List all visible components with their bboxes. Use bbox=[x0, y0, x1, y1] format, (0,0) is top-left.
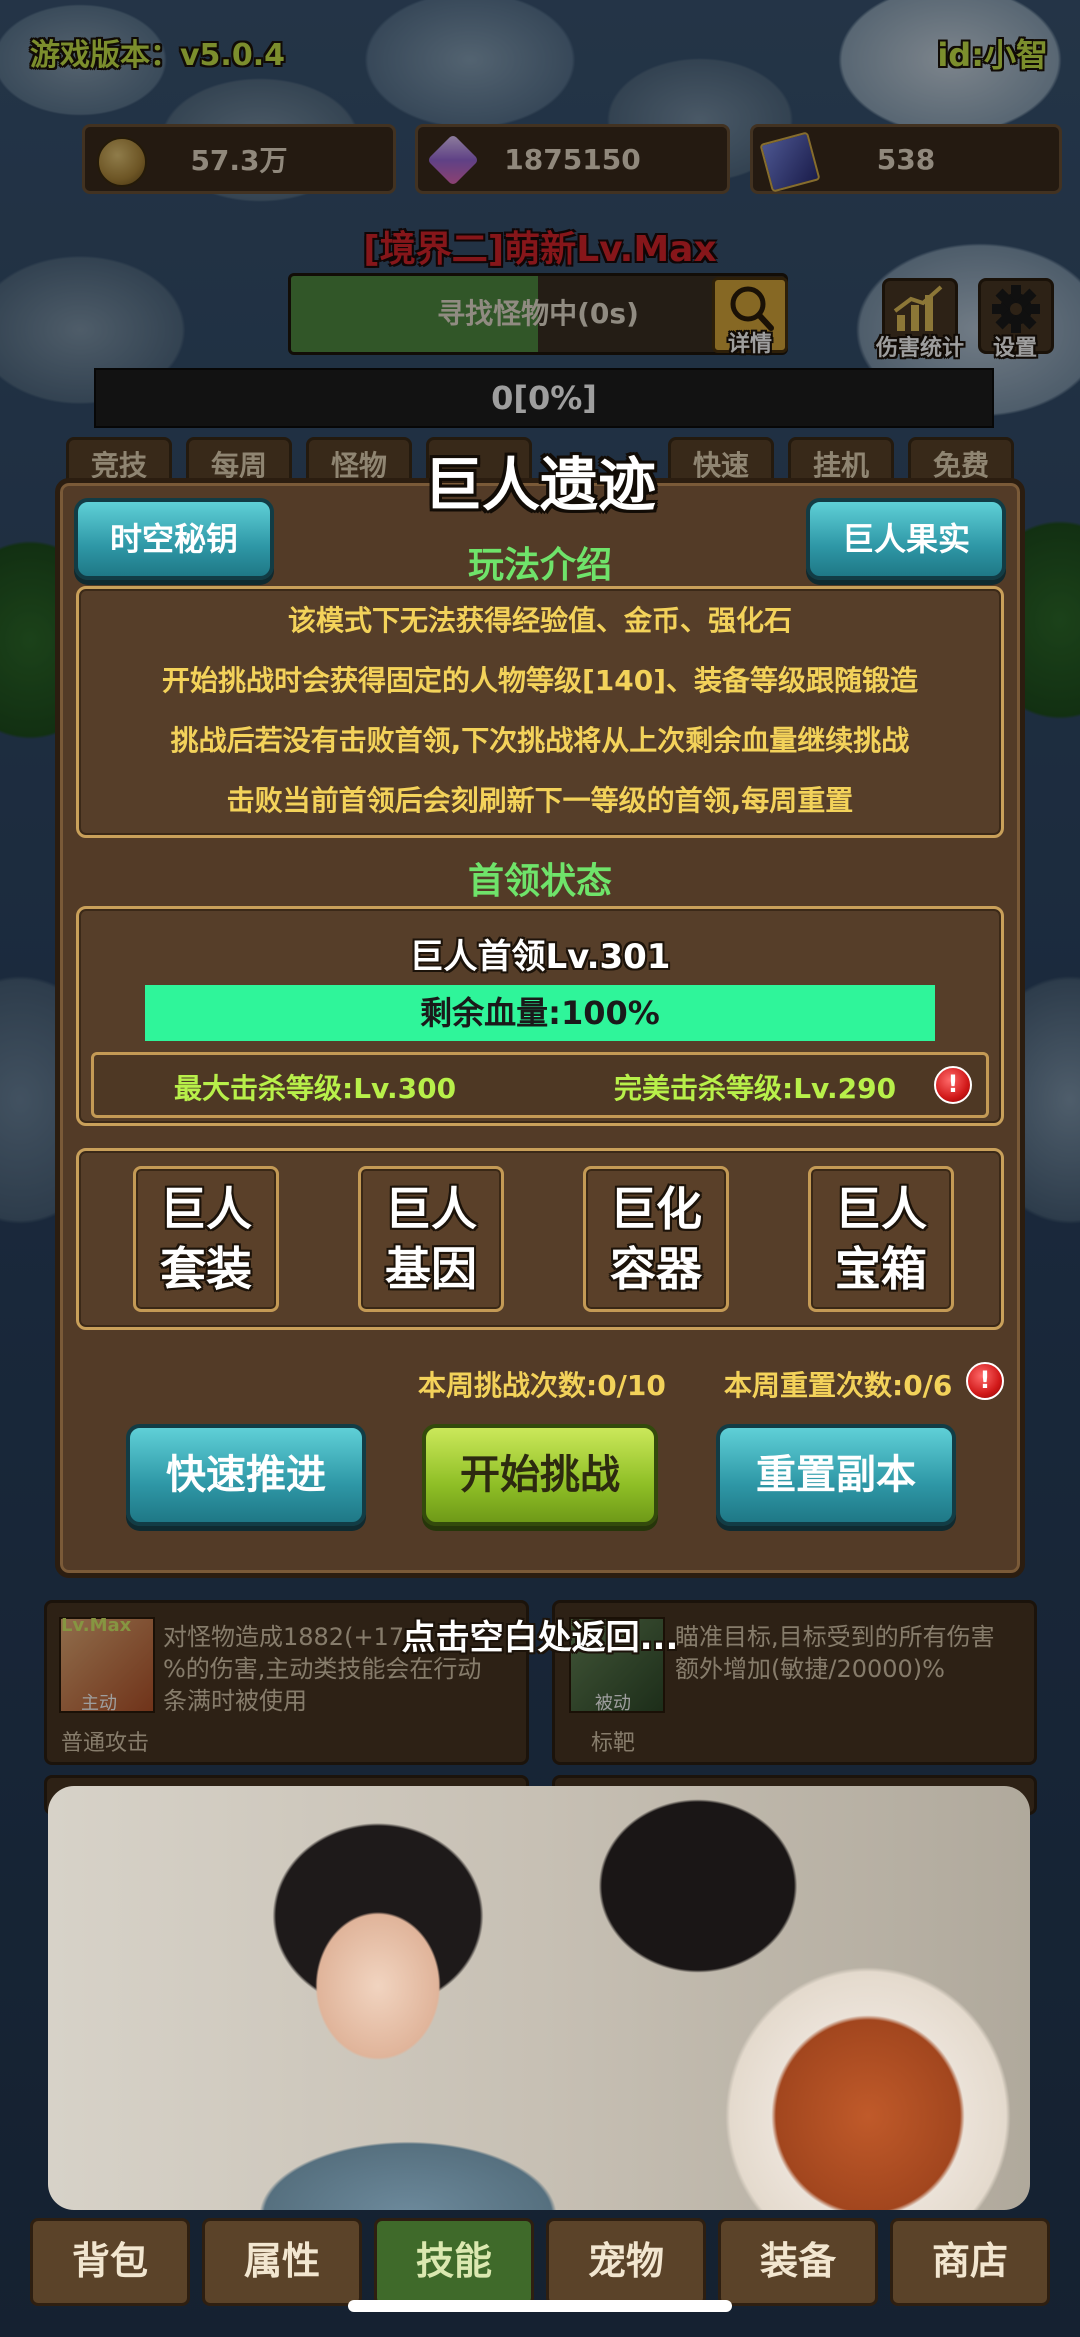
kill-level-box: 最大击杀等级:Lv.300 完美击杀等级:Lv.290 bbox=[91, 1052, 989, 1118]
giant-chest-line1: 巨人 bbox=[835, 1182, 927, 1236]
giant-set-line2: 套装 bbox=[160, 1242, 252, 1296]
kill-level-alert-icon[interactable]: ! bbox=[934, 1066, 972, 1104]
bottom-tab-equipment[interactable]: 装备 bbox=[718, 2218, 878, 2306]
bottom-tab-skills[interactable]: 技能 bbox=[374, 2218, 534, 2306]
boss-status-title: 首领状态 bbox=[467, 861, 612, 902]
intro-line-2: 开始挑战时会获得固定的人物等级[140]、装备等级跟随锻造 bbox=[161, 664, 919, 697]
video-ad[interactable] bbox=[48, 1786, 1030, 2210]
giant-gene-button[interactable]: 巨人 基因 bbox=[358, 1166, 504, 1312]
intro-title: 玩法介绍 bbox=[467, 545, 612, 586]
giant-set-button[interactable]: 巨人 套装 bbox=[133, 1166, 279, 1312]
boss-hp-bar: 剩余血量:100% bbox=[145, 985, 935, 1041]
intro-line-3: 挑战后若没有击败首领,下次挑战将从上次剩余血量继续挑战 bbox=[170, 724, 910, 757]
giant-set-line1: 巨人 bbox=[160, 1182, 252, 1236]
bottom-tab-shop[interactable]: 商店 bbox=[890, 2218, 1050, 2306]
intro-box: 该模式下无法获得经验值、金币、强化石 开始挑战时会获得固定的人物等级[140]、… bbox=[76, 586, 1004, 838]
bottom-tab-bag[interactable]: 背包 bbox=[30, 2218, 190, 2306]
bottom-tab-attributes[interactable]: 属性 bbox=[202, 2218, 362, 2306]
giant-gene-line2: 基因 bbox=[385, 1242, 477, 1296]
giant-chest-line2: 宝箱 bbox=[835, 1242, 927, 1296]
dismiss-hint[interactable]: 点击空白处返回... bbox=[0, 1610, 1080, 1659]
boss-status-box: 巨人首领Lv.301 剩余血量:100% 最大击杀等级:Lv.300 完美击杀等… bbox=[76, 906, 1004, 1126]
home-indicator[interactable] bbox=[348, 2300, 732, 2312]
max-kill-level: 最大击杀等级:Lv.300 bbox=[174, 1072, 457, 1105]
perfect-kill-level: 完美击杀等级:Lv.290 bbox=[614, 1072, 897, 1105]
intro-line-1: 该模式下无法获得经验值、金币、强化石 bbox=[287, 604, 792, 637]
boss-hp-text: 剩余血量:100% bbox=[420, 994, 660, 1032]
fast-advance-button[interactable]: 快速推进 bbox=[126, 1424, 366, 1526]
reset-alert-icon[interactable]: ! bbox=[966, 1362, 1004, 1400]
giant-container-line2: 容器 bbox=[610, 1242, 702, 1296]
bottom-tab-pets[interactable]: 宠物 bbox=[546, 2218, 706, 2306]
giant-gene-line1: 巨人 bbox=[385, 1182, 477, 1236]
boss-name: 巨人首领Lv.301 bbox=[409, 937, 671, 977]
giant-container-button[interactable]: 巨化 容器 bbox=[583, 1166, 729, 1312]
giant-chest-button[interactable]: 巨人 宝箱 bbox=[808, 1166, 954, 1312]
giant-container-line1: 巨化 bbox=[610, 1182, 702, 1236]
start-challenge-button[interactable]: 开始挑战 bbox=[422, 1424, 658, 1526]
weekly-reset-count: 本周重置次数:0/6 bbox=[724, 1369, 953, 1402]
reset-dungeon-button[interactable]: 重置副本 bbox=[716, 1424, 956, 1526]
intro-line-4: 击败当前首领后会刻刷新下一等级的首领,每周重置 bbox=[226, 784, 854, 817]
weekly-challenge-count: 本周挑战次数:0/10 bbox=[418, 1369, 666, 1402]
